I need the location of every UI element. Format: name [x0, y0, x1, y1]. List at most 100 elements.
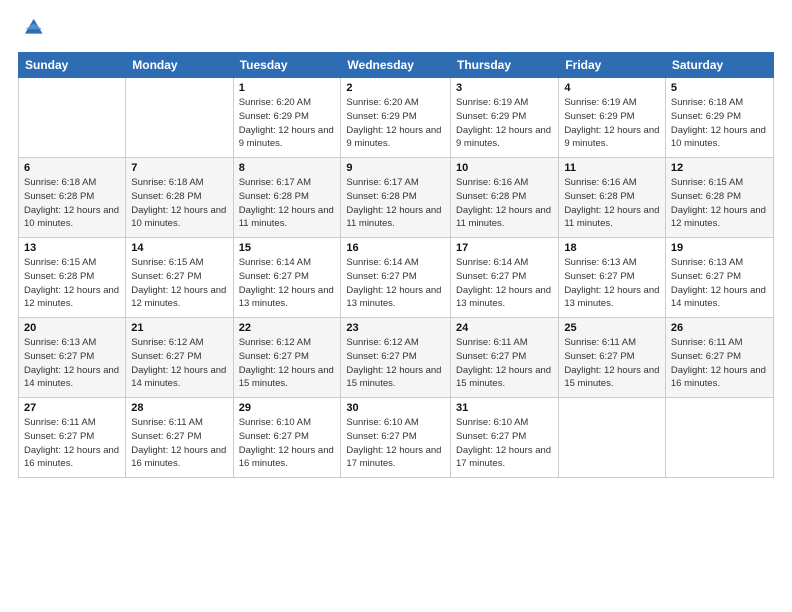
- calendar-cell: 24 Sunrise: 6:11 AMSunset: 6:27 PMDayligh…: [451, 318, 559, 398]
- calendar-cell: 11Sunrise: 6:16 AMSunset: 6:28 PMDayligh…: [559, 158, 666, 238]
- day-info: Sunrise: 6:12 AMSunset: 6:27 PMDaylight:…: [131, 337, 226, 389]
- day-number: 3: [456, 82, 553, 94]
- calendar-cell: 3 Sunrise: 6:19 AMSunset: 6:29 PMDaylight…: [451, 78, 559, 158]
- calendar-cell: 27 Sunrise: 6:11 AMSunset: 6:27 PMDayligh…: [19, 398, 126, 478]
- day-number: 31: [456, 402, 553, 414]
- weekday-header-wednesday: Wednesday: [341, 53, 451, 78]
- day-info: Sunrise: 6:10 AMSunset: 6:27 PMDaylight:…: [239, 417, 334, 469]
- calendar-cell: 1 Sunrise: 6:20 AMSunset: 6:29 PMDaylight…: [233, 78, 341, 158]
- day-number: 20: [24, 322, 120, 334]
- day-number: 14: [131, 242, 227, 254]
- calendar-cell: 19Sunrise: 6:13 AMSunset: 6:27 PMDayligh…: [665, 238, 773, 318]
- calendar-cell: 18 Sunrise: 6:13 AMSunset: 6:27 PMDayligh…: [559, 238, 666, 318]
- weekday-header-sunday: Sunday: [19, 53, 126, 78]
- day-number: 29: [239, 402, 336, 414]
- calendar-cell: 31 Sunrise: 6:10 AMSunset: 6:27 PMDayligh…: [451, 398, 559, 478]
- calendar-cell: 9 Sunrise: 6:17 AMSunset: 6:28 PMDaylight…: [341, 158, 451, 238]
- calendar-cell: 20 Sunrise: 6:13 AMSunset: 6:27 PMDayligh…: [19, 318, 126, 398]
- day-info: Sunrise: 6:19 AMSunset: 6:29 PMDaylight:…: [456, 97, 551, 149]
- calendar-cell: 7Sunrise: 6:18 AMSunset: 6:28 PMDaylight…: [126, 158, 233, 238]
- weekday-header-thursday: Thursday: [451, 53, 559, 78]
- day-number: 28: [131, 402, 227, 414]
- day-number: 8: [239, 162, 336, 174]
- calendar-cell: [559, 398, 666, 478]
- day-number: 4: [564, 82, 660, 94]
- day-info: Sunrise: 6:10 AMSunset: 6:27 PMDaylight:…: [456, 417, 551, 469]
- day-number: 9: [346, 162, 445, 174]
- logo: [18, 16, 44, 42]
- calendar-cell: 28 Sunrise: 6:11 AMSunset: 6:27 PMDayligh…: [126, 398, 233, 478]
- day-info: Sunrise: 6:20 AMSunset: 6:29 PMDaylight:…: [239, 97, 334, 149]
- day-number: 16: [346, 242, 445, 254]
- day-info: Sunrise: 6:13 AMSunset: 6:27 PMDaylight:…: [24, 337, 119, 389]
- day-number: 18: [564, 242, 660, 254]
- week-row-5: 27 Sunrise: 6:11 AMSunset: 6:27 PMDayligh…: [19, 398, 774, 478]
- day-info: Sunrise: 6:17 AMSunset: 6:28 PMDaylight:…: [346, 177, 441, 229]
- week-row-3: 13Sunrise: 6:15 AMSunset: 6:28 PMDayligh…: [19, 238, 774, 318]
- day-info: Sunrise: 6:19 AMSunset: 6:29 PMDaylight:…: [564, 97, 659, 149]
- weekday-header-saturday: Saturday: [665, 53, 773, 78]
- page: SundayMondayTuesdayWednesdayThursdayFrid…: [0, 0, 792, 612]
- calendar-cell: 13Sunrise: 6:15 AMSunset: 6:28 PMDayligh…: [19, 238, 126, 318]
- day-info: Sunrise: 6:15 AMSunset: 6:28 PMDaylight:…: [671, 177, 766, 229]
- calendar-cell: [665, 398, 773, 478]
- calendar-cell: 29 Sunrise: 6:10 AMSunset: 6:27 PMDayligh…: [233, 398, 341, 478]
- day-info: Sunrise: 6:16 AMSunset: 6:28 PMDaylight:…: [456, 177, 551, 229]
- calendar-cell: 21 Sunrise: 6:12 AMSunset: 6:27 PMDayligh…: [126, 318, 233, 398]
- day-info: Sunrise: 6:17 AMSunset: 6:28 PMDaylight:…: [239, 177, 334, 229]
- day-number: 21: [131, 322, 227, 334]
- day-info: Sunrise: 6:15 AMSunset: 6:28 PMDaylight:…: [24, 257, 119, 309]
- day-info: Sunrise: 6:11 AMSunset: 6:27 PMDaylight:…: [131, 417, 226, 469]
- calendar-cell: 25 Sunrise: 6:11 AMSunset: 6:27 PMDayligh…: [559, 318, 666, 398]
- logo-icon: [22, 16, 44, 38]
- calendar-cell: [19, 78, 126, 158]
- calendar-cell: 2Sunrise: 6:20 AMSunset: 6:29 PMDaylight…: [341, 78, 451, 158]
- header: [18, 16, 774, 42]
- calendar-cell: 10 Sunrise: 6:16 AMSunset: 6:28 PMDayligh…: [451, 158, 559, 238]
- weekday-header-tuesday: Tuesday: [233, 53, 341, 78]
- day-number: 19: [671, 242, 768, 254]
- day-number: 1: [239, 82, 336, 94]
- day-number: 27: [24, 402, 120, 414]
- day-number: 24: [456, 322, 553, 334]
- calendar-cell: 30 Sunrise: 6:10 AMSunset: 6:27 PMDayligh…: [341, 398, 451, 478]
- day-number: 30: [346, 402, 445, 414]
- day-number: 23: [346, 322, 445, 334]
- day-number: 6: [24, 162, 120, 174]
- day-info: Sunrise: 6:13 AMSunset: 6:27 PMDaylight:…: [564, 257, 659, 309]
- day-number: 26: [671, 322, 768, 334]
- calendar-cell: 4 Sunrise: 6:19 AMSunset: 6:29 PMDaylight…: [559, 78, 666, 158]
- calendar-cell: 16 Sunrise: 6:14 AMSunset: 6:27 PMDayligh…: [341, 238, 451, 318]
- day-info: Sunrise: 6:11 AMSunset: 6:27 PMDaylight:…: [456, 337, 551, 389]
- day-info: Sunrise: 6:16 AMSunset: 6:28 PMDaylight:…: [564, 177, 659, 229]
- week-row-1: 1 Sunrise: 6:20 AMSunset: 6:29 PMDaylight…: [19, 78, 774, 158]
- day-number: 25: [564, 322, 660, 334]
- day-number: 17: [456, 242, 553, 254]
- day-info: Sunrise: 6:10 AMSunset: 6:27 PMDaylight:…: [346, 417, 441, 469]
- week-row-4: 20 Sunrise: 6:13 AMSunset: 6:27 PMDayligh…: [19, 318, 774, 398]
- day-number: 2: [346, 82, 445, 94]
- calendar-cell: 15Sunrise: 6:14 AMSunset: 6:27 PMDayligh…: [233, 238, 341, 318]
- weekday-header-row: SundayMondayTuesdayWednesdayThursdayFrid…: [19, 53, 774, 78]
- calendar-cell: [126, 78, 233, 158]
- day-info: Sunrise: 6:11 AMSunset: 6:27 PMDaylight:…: [24, 417, 119, 469]
- day-info: Sunrise: 6:12 AMSunset: 6:27 PMDaylight:…: [239, 337, 334, 389]
- day-info: Sunrise: 6:12 AMSunset: 6:27 PMDaylight:…: [346, 337, 441, 389]
- calendar-cell: 26Sunrise: 6:11 AMSunset: 6:27 PMDayligh…: [665, 318, 773, 398]
- day-info: Sunrise: 6:14 AMSunset: 6:27 PMDaylight:…: [346, 257, 441, 309]
- calendar-cell: 23 Sunrise: 6:12 AMSunset: 6:27 PMDayligh…: [341, 318, 451, 398]
- weekday-header-friday: Friday: [559, 53, 666, 78]
- week-row-2: 6 Sunrise: 6:18 AMSunset: 6:28 PMDaylight…: [19, 158, 774, 238]
- calendar-cell: 12Sunrise: 6:15 AMSunset: 6:28 PMDayligh…: [665, 158, 773, 238]
- calendar-cell: 6 Sunrise: 6:18 AMSunset: 6:28 PMDaylight…: [19, 158, 126, 238]
- day-info: Sunrise: 6:18 AMSunset: 6:28 PMDaylight:…: [24, 177, 119, 229]
- day-info: Sunrise: 6:11 AMSunset: 6:27 PMDaylight:…: [564, 337, 659, 389]
- calendar-cell: 17Sunrise: 6:14 AMSunset: 6:27 PMDayligh…: [451, 238, 559, 318]
- day-number: 10: [456, 162, 553, 174]
- day-number: 7: [131, 162, 227, 174]
- calendar-cell: 14Sunrise: 6:15 AMSunset: 6:27 PMDayligh…: [126, 238, 233, 318]
- day-number: 22: [239, 322, 336, 334]
- weekday-header-monday: Monday: [126, 53, 233, 78]
- calendar-cell: 8 Sunrise: 6:17 AMSunset: 6:28 PMDaylight…: [233, 158, 341, 238]
- day-number: 5: [671, 82, 768, 94]
